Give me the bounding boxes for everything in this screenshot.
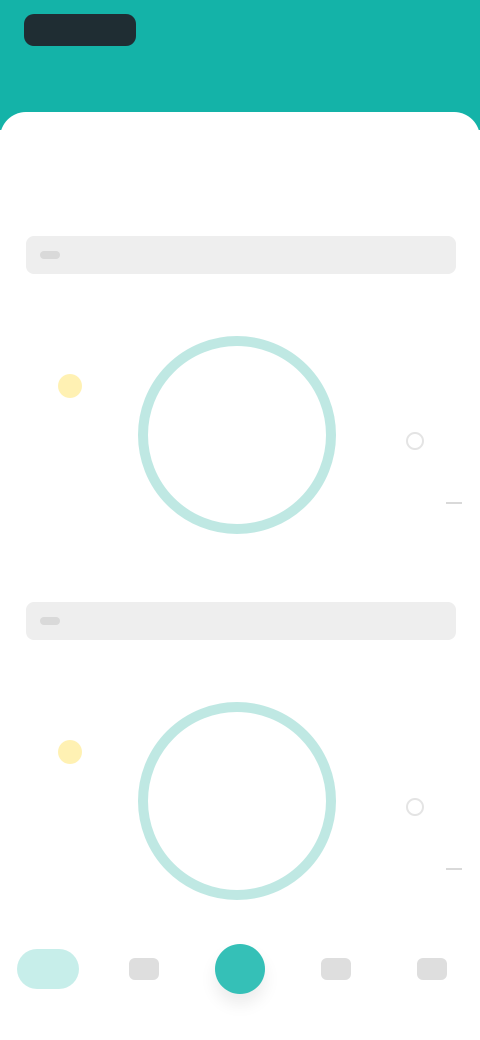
- status-card-1[interactable]: [0, 236, 480, 566]
- side-marker: [406, 798, 424, 816]
- center-action-icon: [215, 944, 265, 994]
- right-note: [352, 898, 452, 910]
- side-marker: [406, 432, 424, 450]
- card-title: [40, 617, 60, 625]
- header-action-link[interactable]: [354, 20, 450, 38]
- card-label: [180, 674, 300, 688]
- profile-icon: [417, 958, 447, 980]
- home-icon: [17, 949, 79, 989]
- nav-records-button[interactable]: [305, 938, 367, 1000]
- nav-calendar-button[interactable]: [113, 938, 175, 1000]
- right-note: [352, 532, 452, 544]
- tab-1[interactable]: [25, 131, 135, 149]
- progress-ring[interactable]: [138, 336, 336, 534]
- sun-icon: [58, 374, 82, 398]
- top-tabs: [0, 112, 480, 168]
- left-note: [30, 532, 120, 544]
- card-title-bar: [26, 236, 456, 274]
- nav-home-button[interactable]: [17, 938, 79, 1000]
- status-card-2[interactable]: [0, 602, 480, 932]
- card-title-bar: [26, 602, 456, 640]
- card-subtitle: [100, 292, 380, 306]
- header-subline: [180, 86, 300, 98]
- progress-ring[interactable]: [138, 702, 336, 900]
- card-label: [180, 308, 300, 322]
- tab-3[interactable]: [345, 131, 455, 149]
- nav-center-button[interactable]: [209, 938, 271, 1000]
- content-sheet: [0, 112, 480, 1040]
- left-note: [30, 898, 120, 910]
- sun-icon: [58, 740, 82, 764]
- card-title: [40, 251, 60, 259]
- records-icon: [321, 958, 351, 980]
- app-logo: [24, 14, 136, 46]
- small-dash: [446, 868, 462, 878]
- top-header: [0, 0, 480, 130]
- nav-profile-button[interactable]: [401, 938, 463, 1000]
- small-dash: [446, 502, 462, 512]
- calendar-icon: [129, 958, 159, 980]
- bottom-navigation: [0, 920, 480, 1040]
- tab-2[interactable]: [185, 131, 295, 149]
- card-subtitle: [100, 658, 380, 672]
